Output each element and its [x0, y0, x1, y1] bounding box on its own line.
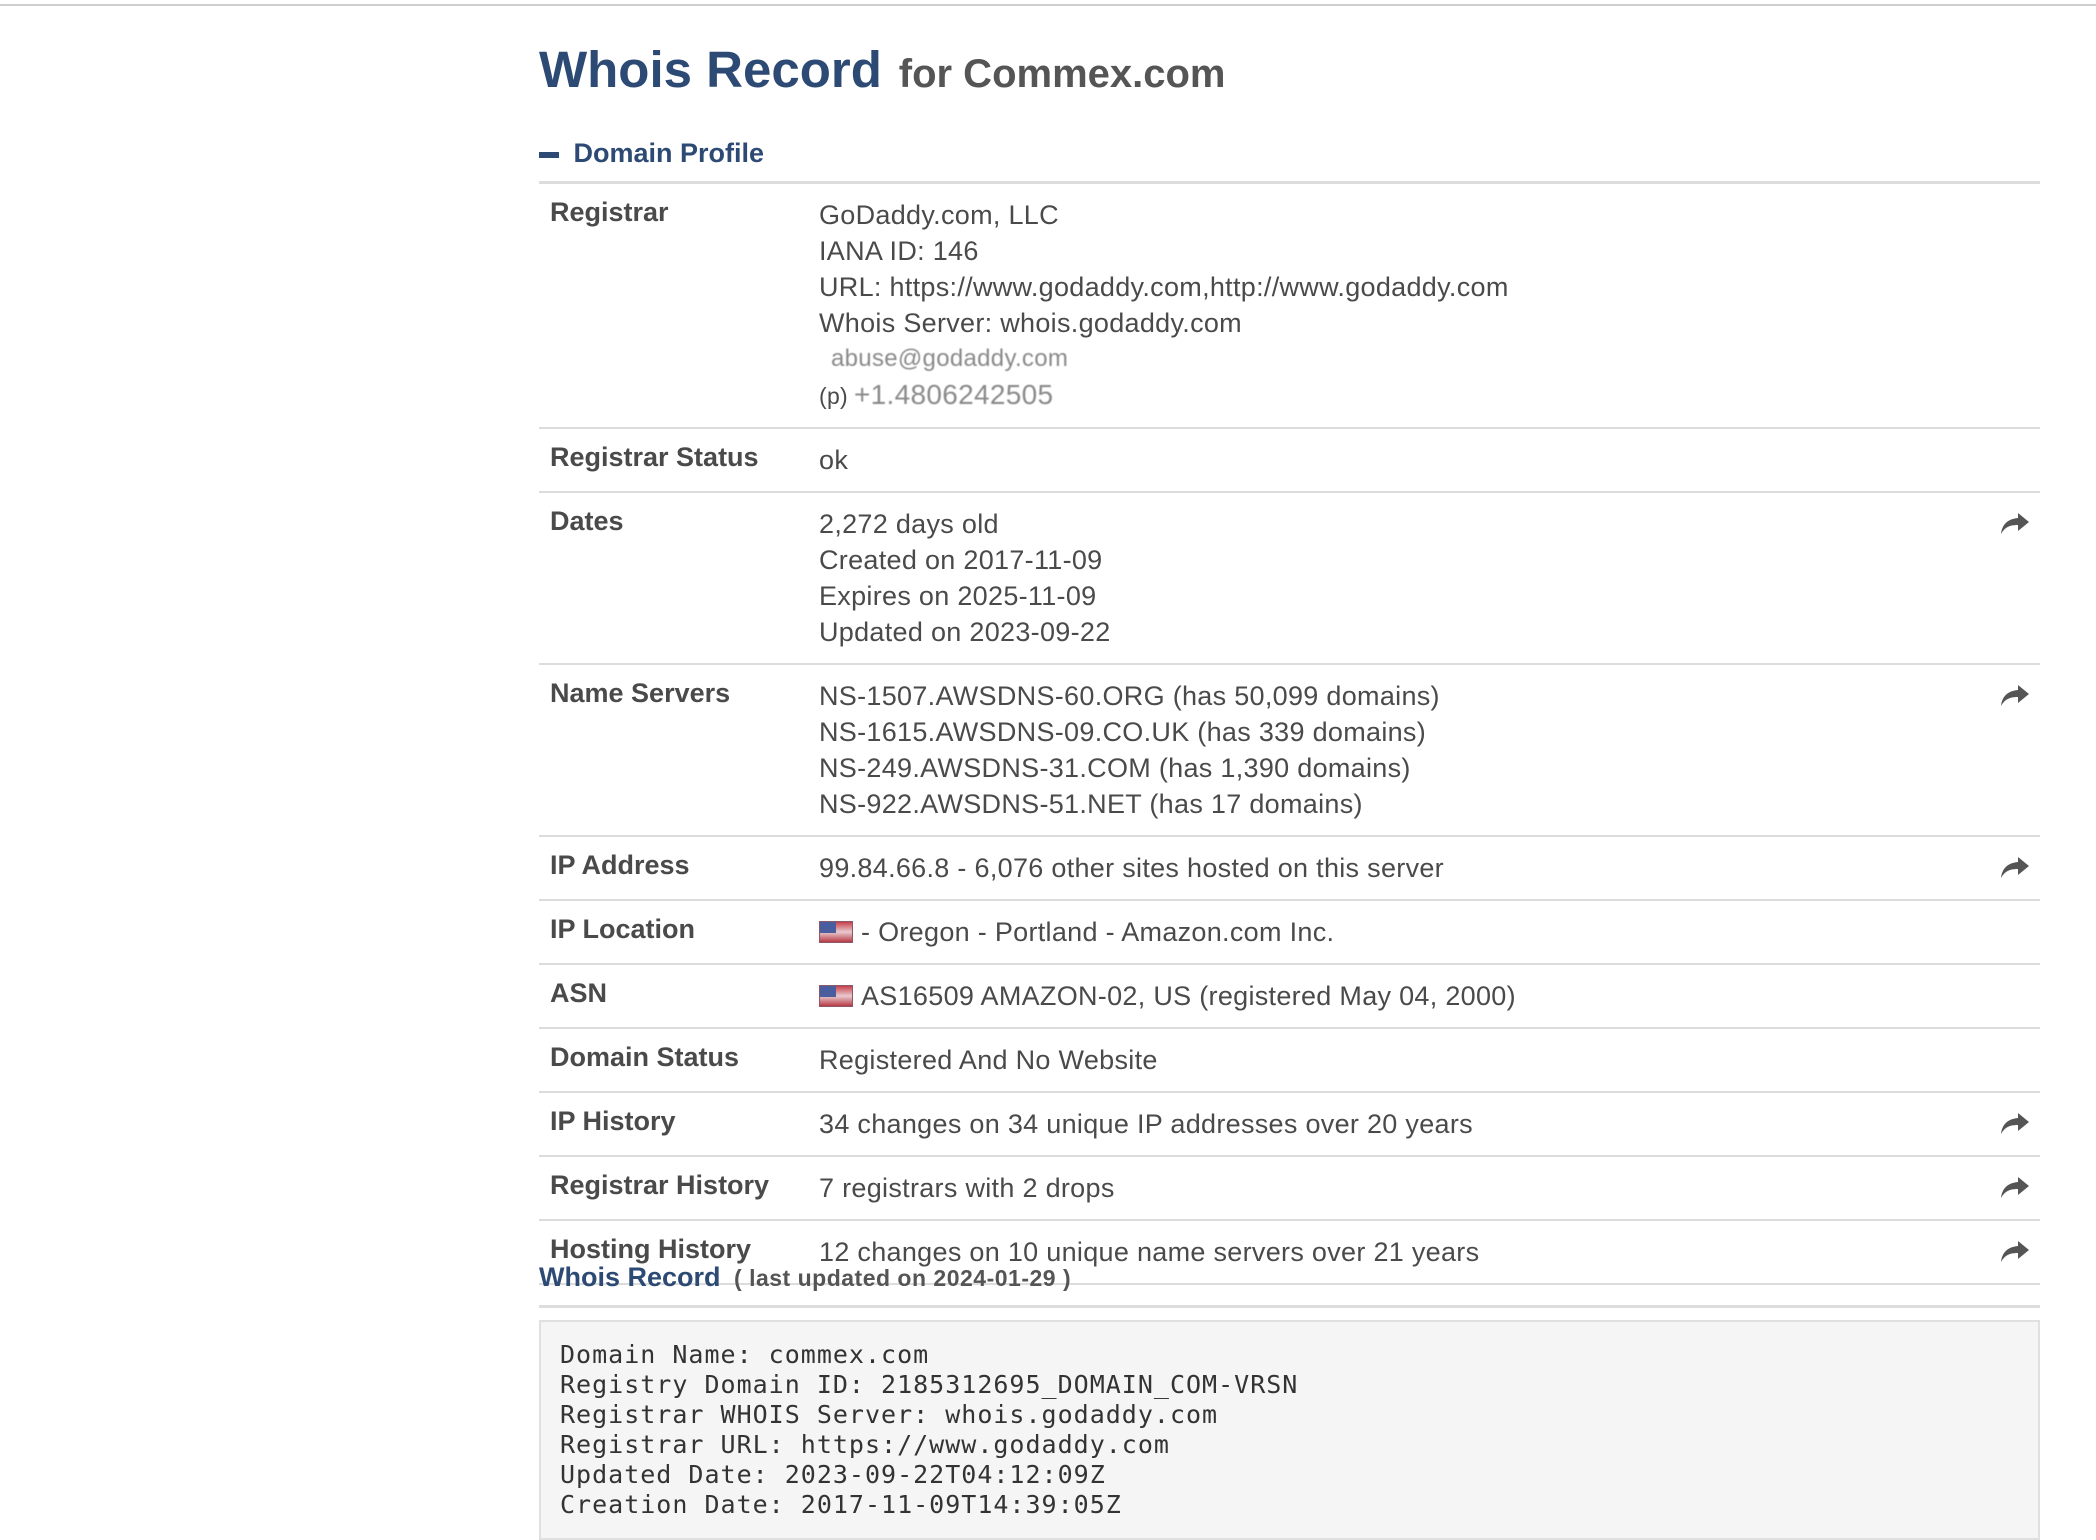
page-title: Whois Record for Commex.com [539, 40, 1226, 99]
value-text: - Oregon - Portland - Amazon.com Inc. [861, 917, 1335, 947]
row-value: GoDaddy.com, LLC IANA ID: 146 URL: https:/… [819, 197, 2040, 414]
profile-row: Domain Status Registered And No Website [539, 1029, 2040, 1093]
value-line: 34 changes on 34 unique IP addresses ove… [819, 1106, 2040, 1142]
phone-prefix: (p) [819, 383, 849, 409]
row-value: 34 changes on 34 unique IP addresses ove… [819, 1106, 2040, 1142]
value-text: 7 registrars with 2 drops [819, 1173, 1115, 1203]
value-text: NS-922.AWSDNS-51.NET (has 17 domains) [819, 789, 1363, 819]
profile-row: Registrar Status ok [539, 429, 2040, 493]
value-line: IANA ID: 146 [819, 233, 2040, 269]
raw-line: Registrar WHOIS Server: whois.godaddy.co… [560, 1400, 1219, 1429]
value-text: Expires on 2025-11-09 [819, 581, 1097, 611]
profile-row: IP History 34 changes on 34 unique IP add… [539, 1093, 2040, 1157]
raw-line: Updated Date: 2023-09-22T04:12:09Z [560, 1460, 1106, 1489]
profile-row: Name Servers NS-1507.AWSDNS-60.ORG (has 5… [539, 665, 2040, 837]
share-arrow-icon[interactable] [2000, 1111, 2030, 1137]
value-text: NS-1507.AWSDNS-60.ORG (has 50,099 domain… [819, 681, 1440, 711]
raw-line: Registry Domain ID: 2185312695_DOMAIN_CO… [560, 1370, 1299, 1399]
row-value: ok [819, 442, 2040, 478]
value-line: AS16509 AMAZON-02, US (registered May 04… [819, 978, 2040, 1014]
value-line: NS-1615.AWSDNS-09.CO.UK (has 339 domains… [819, 714, 2040, 750]
section-divider [539, 1305, 2040, 1308]
value-line: NS-249.AWSDNS-31.COM (has 1,390 domains) [819, 750, 2040, 786]
value-line: 7 registrars with 2 drops [819, 1170, 2040, 1206]
row-label: Hosting History [550, 1234, 752, 1264]
raw-line: Registrar URL: https://www.godaddy.com [560, 1430, 1170, 1459]
profile-row: IP Location - Oregon - Portland - Amazon.… [539, 901, 2040, 965]
value-line: 2,272 days old [819, 506, 2040, 542]
value-text: ok [819, 445, 849, 475]
share-arrow-icon[interactable] [2000, 1239, 2030, 1265]
share-arrow-icon[interactable] [2000, 511, 2030, 537]
domain-profile-title[interactable]: Domain Profile [573, 138, 764, 168]
value-text: Updated on 2023-09-22 [819, 617, 1111, 647]
row-value: NS-1507.AWSDNS-60.ORG (has 50,099 domain… [819, 678, 2040, 822]
registrar-phone: (p) +1.4806242505 [819, 377, 2040, 414]
value-text: URL: https://www.godaddy.com,http://www.… [819, 272, 1509, 302]
value-text: 2,272 days old [819, 509, 999, 539]
value-line: - Oregon - Portland - Amazon.com Inc. [819, 914, 2040, 950]
page-title-main: Whois Record [539, 41, 882, 98]
registrar-abuse-email[interactable]: abuse@godaddy.com [831, 341, 2040, 377]
value-line: Created on 2017-11-09 [819, 542, 2040, 578]
profile-row: Dates 2,272 days old Created on 2017-11-09… [539, 493, 2040, 665]
us-flag-icon [819, 920, 853, 943]
domain-profile-table: Registrar GoDaddy.com, LLC IANA ID: 146 URL… [539, 184, 2040, 1285]
row-value: AS16509 AMAZON-02, US (registered May 04… [819, 978, 2040, 1014]
raw-whois-text: Domain Name: commex.com Registry Domain I… [539, 1320, 2040, 1540]
raw-line: Domain Name: commex.com [560, 1340, 930, 1369]
value-text: IANA ID: 146 [819, 236, 979, 266]
domain-profile-header[interactable]: Domain Profile [539, 138, 764, 169]
row-value: - Oregon - Portland - Amazon.com Inc. [819, 914, 2040, 950]
whois-record-title[interactable]: Whois Record [539, 1262, 721, 1292]
row-label: Domain Status [550, 1042, 740, 1072]
value-text: AS16509 AMAZON-02, US (registered May 04… [861, 981, 1516, 1011]
row-label: IP History [550, 1106, 676, 1136]
value-line: NS-1507.AWSDNS-60.ORG (has 50,099 domain… [819, 678, 2040, 714]
value-line: Updated on 2023-09-22 [819, 614, 2040, 650]
value-line: Whois Server: whois.godaddy.com [819, 305, 2040, 341]
value-text: Whois Server: whois.godaddy.com [819, 308, 1242, 338]
value-text: 34 changes on 34 unique IP addresses ove… [819, 1109, 1473, 1139]
us-flag-icon [819, 984, 853, 1007]
profile-row: IP Address 99.84.66.8 - 6,076 other sites… [539, 837, 2040, 901]
row-label: Registrar History [550, 1170, 770, 1200]
value-line: Expires on 2025-11-09 [819, 578, 2040, 614]
row-label: IP Location [550, 914, 696, 944]
share-arrow-icon[interactable] [2000, 1175, 2030, 1201]
row-value: 7 registrars with 2 drops [819, 1170, 2040, 1206]
whois-record-header: Whois Record ( last updated on 2024-01-2… [539, 1262, 1071, 1293]
value-line: Registered And No Website [819, 1042, 2040, 1078]
row-label: IP Address [550, 850, 690, 880]
top-divider [0, 4, 2096, 6]
row-label: Name Servers [550, 678, 731, 708]
row-value: 99.84.66.8 - 6,076 other sites hosted on… [819, 850, 2040, 886]
page-title-domain: for Commex.com [898, 52, 1226, 96]
value-text: GoDaddy.com, LLC [819, 200, 1059, 230]
value-text: NS-1615.AWSDNS-09.CO.UK (has 339 domains… [819, 717, 1427, 747]
value-text: Registered And No Website [819, 1045, 1158, 1075]
row-label: Dates [550, 506, 624, 536]
value-line: URL: https://www.godaddy.com,http://www.… [819, 269, 2040, 305]
row-label: Registrar Status [550, 442, 759, 472]
share-arrow-icon[interactable] [2000, 683, 2030, 709]
phone-number: +1.4806242505 [854, 379, 1054, 410]
value-line: 99.84.66.8 - 6,076 other sites hosted on… [819, 850, 2040, 886]
value-line: GoDaddy.com, LLC [819, 197, 2040, 233]
row-value: 2,272 days old Created on 2017-11-09 Expir… [819, 506, 2040, 650]
share-arrow-icon[interactable] [2000, 855, 2030, 881]
profile-row: Registrar History 7 registrars with 2 dro… [539, 1157, 2040, 1221]
whois-record-updated: ( last updated on 2024-01-29 ) [734, 1265, 1072, 1291]
profile-row: ASN AS16509 AMAZON-02, US (registered May… [539, 965, 2040, 1029]
profile-row: Registrar GoDaddy.com, LLC IANA ID: 146 URL… [539, 184, 2040, 429]
value-line: ok [819, 442, 2040, 478]
row-label: Registrar [550, 197, 669, 227]
value-text: 99.84.66.8 - 6,076 other sites hosted on… [819, 853, 1444, 883]
collapse-minus-icon[interactable] [539, 151, 559, 158]
row-value: Registered And No Website [819, 1042, 2040, 1078]
value-line: NS-922.AWSDNS-51.NET (has 17 domains) [819, 786, 2040, 822]
row-label: ASN [550, 978, 608, 1008]
value-text: Created on 2017-11-09 [819, 545, 1103, 575]
value-text: NS-249.AWSDNS-31.COM (has 1,390 domains) [819, 753, 1411, 783]
